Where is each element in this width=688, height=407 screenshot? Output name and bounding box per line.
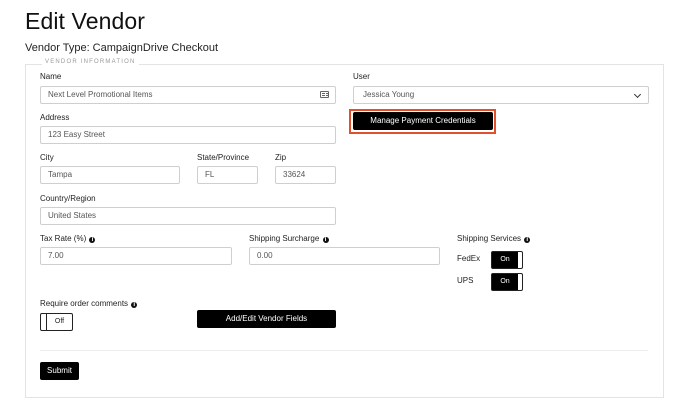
name-label: Name — [40, 72, 62, 81]
divider — [40, 350, 648, 351]
user-label: User — [353, 72, 370, 81]
ups-toggle-state: On — [492, 274, 518, 290]
info-icon[interactable]: i — [524, 237, 531, 243]
name-input[interactable]: Next Level Promotional Items — [40, 86, 336, 104]
address-input[interactable]: 123 Easy Street — [40, 126, 336, 144]
info-icon[interactable]: i — [131, 302, 138, 308]
id-card-icon — [320, 91, 329, 98]
fedex-toggle-state: On — [492, 252, 518, 268]
info-icon[interactable]: i — [322, 237, 329, 243]
require-comments-label: Require order comments i — [40, 299, 138, 308]
require-comments-toggle[interactable]: Off — [40, 313, 73, 331]
ups-toggle[interactable]: On — [491, 273, 523, 291]
section-legend: VENDOR INFORMATION — [42, 59, 139, 65]
vendor-type: Vendor Type: CampaignDrive Checkout — [25, 42, 219, 54]
tax-rate-label: Tax Rate (%) i — [40, 234, 96, 243]
toggle-knob-divider — [46, 314, 47, 330]
chevron-down-icon — [633, 90, 642, 99]
address-label: Address — [40, 113, 70, 122]
shipping-surcharge-input[interactable]: 0.00 — [249, 247, 440, 265]
user-select[interactable]: Jessica Young — [353, 86, 649, 104]
info-icon[interactable]: i — [89, 237, 96, 243]
user-value: Jessica Young — [363, 90, 415, 99]
country-input[interactable]: United States — [40, 207, 336, 225]
vendor-information-section — [25, 64, 664, 398]
submit-button[interactable]: Submit — [40, 362, 79, 380]
shipping-services-label: Shipping Services i — [457, 234, 531, 243]
tax-rate-label-text: Tax Rate (%) — [40, 234, 87, 243]
add-edit-vendor-fields-button[interactable]: Add/Edit Vendor Fields — [197, 310, 336, 328]
city-input[interactable]: Tampa — [40, 166, 180, 184]
tax-rate-input[interactable]: 7.00 — [40, 247, 232, 265]
fedex-label: FedEx — [457, 254, 481, 263]
page-title: Edit Vendor — [25, 8, 146, 34]
zip-label: Zip — [275, 153, 287, 162]
shipping-services-label-text: Shipping Services — [457, 234, 522, 243]
require-comments-label-text: Require order comments — [40, 299, 129, 308]
city-label: City — [40, 153, 54, 162]
name-value: Next Level Promotional Items — [48, 90, 153, 99]
shipping-surcharge-label: Shipping Surcharge i — [249, 234, 329, 243]
state-input[interactable]: FL — [197, 166, 258, 184]
country-label: Country/Region — [40, 194, 96, 203]
shipping-surcharge-label-text: Shipping Surcharge — [249, 234, 320, 243]
zip-input[interactable]: 33624 — [275, 166, 336, 184]
require-comments-state: Off — [54, 318, 65, 325]
fedex-toggle[interactable]: On — [491, 251, 523, 269]
manage-payment-credentials-button[interactable]: Manage Payment Credentials — [353, 112, 493, 130]
ups-label: UPS — [457, 276, 474, 285]
state-label: State/Province — [197, 153, 250, 162]
